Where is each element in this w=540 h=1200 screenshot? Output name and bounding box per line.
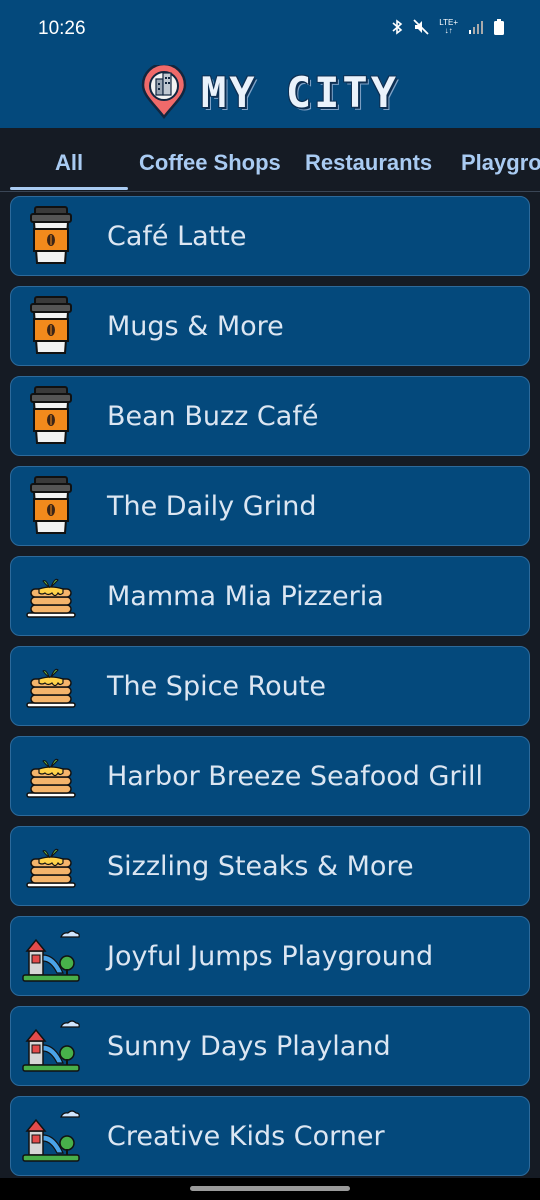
system-nav-bar (0, 1178, 540, 1200)
pancake-stack-icon (26, 758, 76, 798)
list-item[interactable]: The Daily Grind (10, 466, 530, 546)
item-label: Harbor Breeze Seafood Grill (107, 761, 483, 792)
pancake-stack-icon (26, 578, 76, 618)
tab-all[interactable]: All (55, 150, 83, 176)
list-item[interactable]: The Spice Route (10, 646, 530, 726)
item-label: Sizzling Steaks & More (107, 851, 414, 882)
mute-icon (413, 19, 429, 35)
gesture-handle[interactable] (190, 1186, 350, 1191)
bluetooth-icon (392, 19, 403, 35)
tab-restaurants[interactable]: Restaurants (305, 150, 432, 176)
list-item[interactable]: Sunny Days Playland (10, 1006, 530, 1086)
coffee-cup-icon (30, 296, 72, 354)
list-item[interactable]: Bean Buzz Café (10, 376, 530, 456)
list-item[interactable]: Creative Kids Corner (10, 1096, 530, 1176)
playground-icon (22, 1020, 80, 1072)
app-bar: MY CITY (0, 58, 540, 128)
battery-icon (494, 19, 504, 35)
list-item[interactable]: Café Latte (10, 196, 530, 276)
item-label: The Spice Route (107, 671, 326, 702)
list-item[interactable]: Mugs & More (10, 286, 530, 366)
list-item[interactable]: Harbor Breeze Seafood Grill (10, 736, 530, 816)
tab-playgrounds[interactable]: Playgro (461, 150, 540, 176)
list-item[interactable]: Joyful Jumps Playground (10, 916, 530, 996)
signal-icon (469, 21, 483, 34)
pancake-stack-icon (26, 668, 76, 708)
lte-icon: LTE+ ↓↑ (439, 18, 458, 35)
list-item[interactable]: Mamma Mia Pizzeria (10, 556, 530, 636)
item-label: Café Latte (107, 221, 247, 252)
list-item[interactable]: Sizzling Steaks & More (10, 826, 530, 906)
item-label: Sunny Days Playland (107, 1031, 391, 1062)
coffee-cup-icon (30, 206, 72, 264)
coffee-cup-icon (30, 476, 72, 534)
item-label: Mugs & More (107, 311, 284, 342)
status-bar: 10:26 LTE+ ↓↑ (0, 0, 540, 58)
category-tabs: All Coffee Shops Restaurants Playgro (0, 128, 540, 192)
status-time: 10:26 (38, 18, 86, 39)
playground-icon (22, 1110, 80, 1162)
item-label: Joyful Jumps Playground (107, 941, 434, 972)
item-label: Creative Kids Corner (107, 1121, 385, 1152)
item-label: The Daily Grind (107, 491, 317, 522)
tab-coffee-shops[interactable]: Coffee Shops (139, 150, 281, 176)
item-label: Mamma Mia Pizzeria (107, 581, 384, 612)
city-pin-icon (141, 65, 187, 119)
playground-icon (22, 930, 80, 982)
item-label: Bean Buzz Café (107, 401, 319, 432)
status-icons: LTE+ ↓↑ (391, 19, 504, 35)
coffee-cup-icon (30, 386, 72, 444)
app-title: MY CITY (200, 67, 399, 117)
app-logo: MY CITY (141, 65, 399, 119)
pancake-stack-icon (26, 848, 76, 888)
tab-indicator (10, 187, 128, 190)
